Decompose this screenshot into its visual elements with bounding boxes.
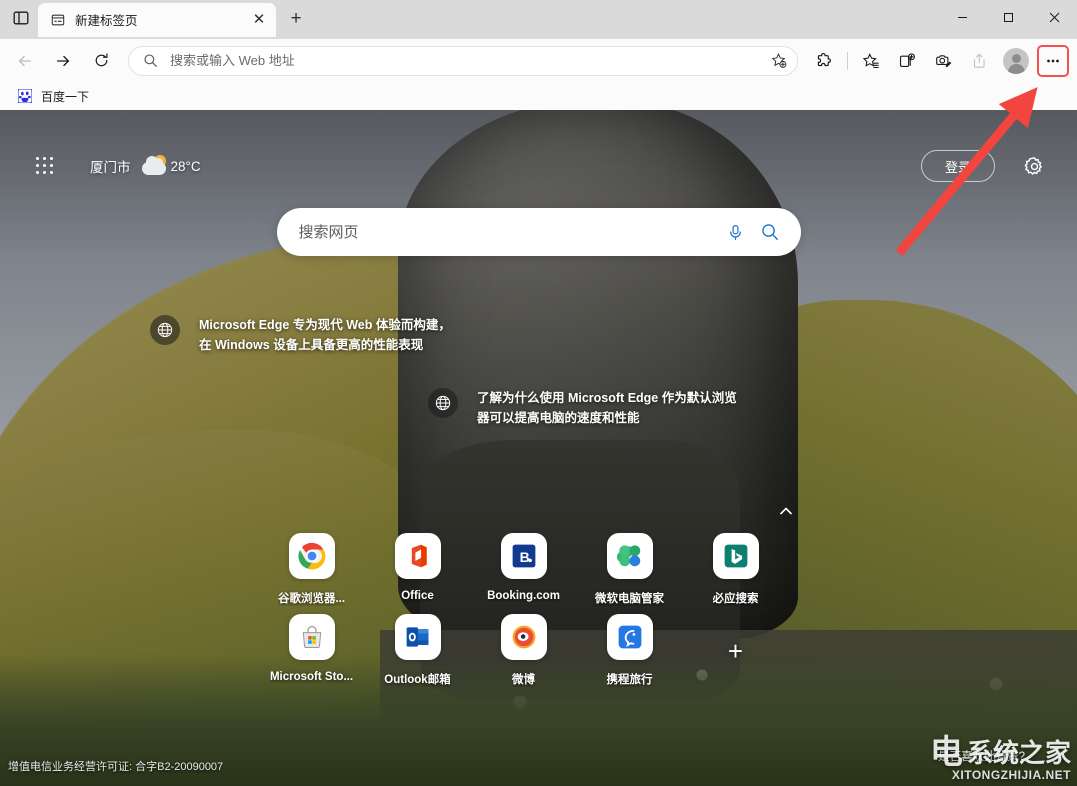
ntp-search-input[interactable] <box>298 223 719 241</box>
tab-strip-left: 新建标签页 ✕ + <box>0 0 311 39</box>
browser-toolbar <box>0 39 1077 82</box>
close-button[interactable] <box>1031 0 1077 34</box>
shortcut-label: Booking.com <box>487 590 560 602</box>
settings-more-icon[interactable] <box>1037 44 1069 77</box>
shortcut-tile-ctrip[interactable]: 携程旅行 <box>577 606 683 687</box>
weather-temperature: 28°C <box>170 158 201 174</box>
favorites-icon[interactable] <box>855 45 887 77</box>
new-tab-page-icon <box>50 12 66 28</box>
shortcut-tiles: 谷歌浏览器... Office B Booking.com 微软电脑管家 必应搜… <box>259 525 819 687</box>
bookmark-item-baidu[interactable]: 百度一下 <box>10 85 96 107</box>
tab-title: 新建标签页 <box>75 14 138 28</box>
share-icon[interactable] <box>963 45 995 77</box>
svg-text:B: B <box>519 549 529 565</box>
store-icon <box>288 614 335 660</box>
collections-icon[interactable] <box>891 45 923 77</box>
booking-icon: B <box>500 533 547 579</box>
shortcut-tile-weibo[interactable]: 微博 <box>471 606 577 687</box>
forward-button[interactable] <box>47 45 79 77</box>
bookmark-label: 百度一下 <box>41 89 90 104</box>
vertical-tabs-icon[interactable] <box>6 3 36 33</box>
tab-strip: 新建标签页 ✕ + <box>0 0 1077 39</box>
background-question-text: 是否喜欢此背景? <box>938 751 1025 763</box>
baidu-icon <box>17 88 33 104</box>
new-tab-header-right: 登录 <box>921 149 1051 183</box>
ntp-search-box[interactable] <box>276 208 801 256</box>
shortcut-tile-pcmanager[interactable]: 微软电脑管家 <box>577 525 683 606</box>
new-tab-header-left: 厦门市 28°C <box>34 155 201 177</box>
shortcut-tile-bing[interactable]: 必应搜索 <box>683 525 789 606</box>
globe-icon <box>428 388 458 418</box>
tab-new-tab-page[interactable]: 新建标签页 ✕ <box>38 2 276 37</box>
promo-text-2: 了解为什么使用 Microsoft Edge 作为默认浏览器可以提高电脑的速度和… <box>477 391 737 425</box>
shortcut-tile-chrome[interactable]: 谷歌浏览器... <box>259 525 365 606</box>
weather-widget[interactable]: 厦门市 28°C <box>90 155 201 177</box>
shortcut-label: Outlook邮箱 <box>384 674 451 686</box>
profile-icon[interactable] <box>1000 45 1032 77</box>
minimize-button[interactable] <box>939 0 985 34</box>
shortcut-label: Office <box>401 590 434 602</box>
add-shortcut-plus: + <box>727 635 744 666</box>
shortcut-label: 必应搜索 <box>712 593 759 605</box>
avatar-body <box>1007 63 1025 74</box>
shortcut-tile-microsoft-store[interactable]: Microsoft Sto... <box>259 606 365 687</box>
shortcut-label: Microsoft Sto... <box>269 671 354 683</box>
shortcut-label: 携程旅行 <box>606 674 653 686</box>
promo-text-1: Microsoft Edge 专为现代 Web 体验而构建，在 Windows … <box>199 318 451 352</box>
promo-card-1[interactable]: Microsoft Edge 专为现代 Web 体验而构建，在 Windows … <box>150 315 451 355</box>
shortcut-tile-booking[interactable]: B Booking.com <box>471 525 577 606</box>
shortcut-label: 谷歌浏览器... <box>277 593 346 605</box>
pcmanager-icon <box>606 533 653 579</box>
ctrip-icon <box>606 614 653 660</box>
office-icon <box>394 533 441 579</box>
partly-cloudy-icon <box>141 155 168 177</box>
add-shortcut-button[interactable]: + <box>683 606 789 687</box>
bing-icon <box>712 533 759 579</box>
outlook-icon <box>394 614 441 660</box>
avatar-head <box>1011 54 1021 63</box>
address-input[interactable] <box>170 53 765 68</box>
extensions-icon[interactable] <box>808 45 840 77</box>
chrome-icon <box>288 533 335 579</box>
gear-icon[interactable] <box>1017 149 1051 183</box>
address-bar[interactable] <box>128 45 798 76</box>
weather-city: 厦门市 <box>90 160 131 175</box>
ntp-search-icon[interactable] <box>753 215 787 249</box>
back-button[interactable] <box>9 45 41 77</box>
avatar <box>1003 47 1029 74</box>
window-controls <box>939 0 1077 34</box>
apps-grid-icon[interactable] <box>34 155 56 177</box>
shortcut-row-2: Microsoft Sto... Outlook邮箱 微博 携程旅行 + <box>259 606 819 687</box>
weibo-icon <box>500 614 547 660</box>
refresh-button[interactable] <box>85 45 117 77</box>
shortcut-tile-outlook[interactable]: Outlook邮箱 <box>365 606 471 687</box>
maximize-button[interactable] <box>985 0 1031 34</box>
browser-window: 新建标签页 ✕ + 搜索或输入 Web 地址 百度一下 厦门市 28°C 登录 … <box>0 0 1077 786</box>
screenshot-icon[interactable] <box>927 45 959 77</box>
search-icon <box>143 53 159 69</box>
promo-card-2[interactable]: 了解为什么使用 Microsoft Edge 作为默认浏览器可以提高电脑的速度和… <box>428 388 745 428</box>
tab-close-icon[interactable]: ✕ <box>248 9 270 31</box>
toolbar-actions <box>806 44 1071 77</box>
microphone-icon[interactable] <box>719 215 753 249</box>
add-favorite-icon[interactable] <box>765 48 791 74</box>
new-tab-page: 厦门市 28°C 登录 搜索网页 Microsoft Edge 专为现代 Web… <box>0 110 1077 786</box>
shortcut-label: 微软电脑管家 <box>595 593 664 605</box>
shortcut-row-1: 谷歌浏览器... Office B Booking.com 微软电脑管家 必应搜… <box>259 525 819 606</box>
globe-icon <box>150 315 180 345</box>
bookmarks-bar: 百度一下 <box>0 82 1077 110</box>
shortcut-label: 微博 <box>512 674 535 686</box>
new-tab-button[interactable]: + <box>281 3 311 33</box>
toolbar-separator <box>847 51 848 70</box>
shortcut-tile-office[interactable]: Office <box>365 525 471 606</box>
license-text[interactable]: 增值电信业务经营许可证: 合字B2-20090007 <box>8 758 223 774</box>
chevron-up-icon[interactable] <box>777 503 795 519</box>
signin-button[interactable]: 登录 <box>921 150 995 182</box>
new-tab-header: 厦门市 28°C 登录 <box>0 110 1077 222</box>
